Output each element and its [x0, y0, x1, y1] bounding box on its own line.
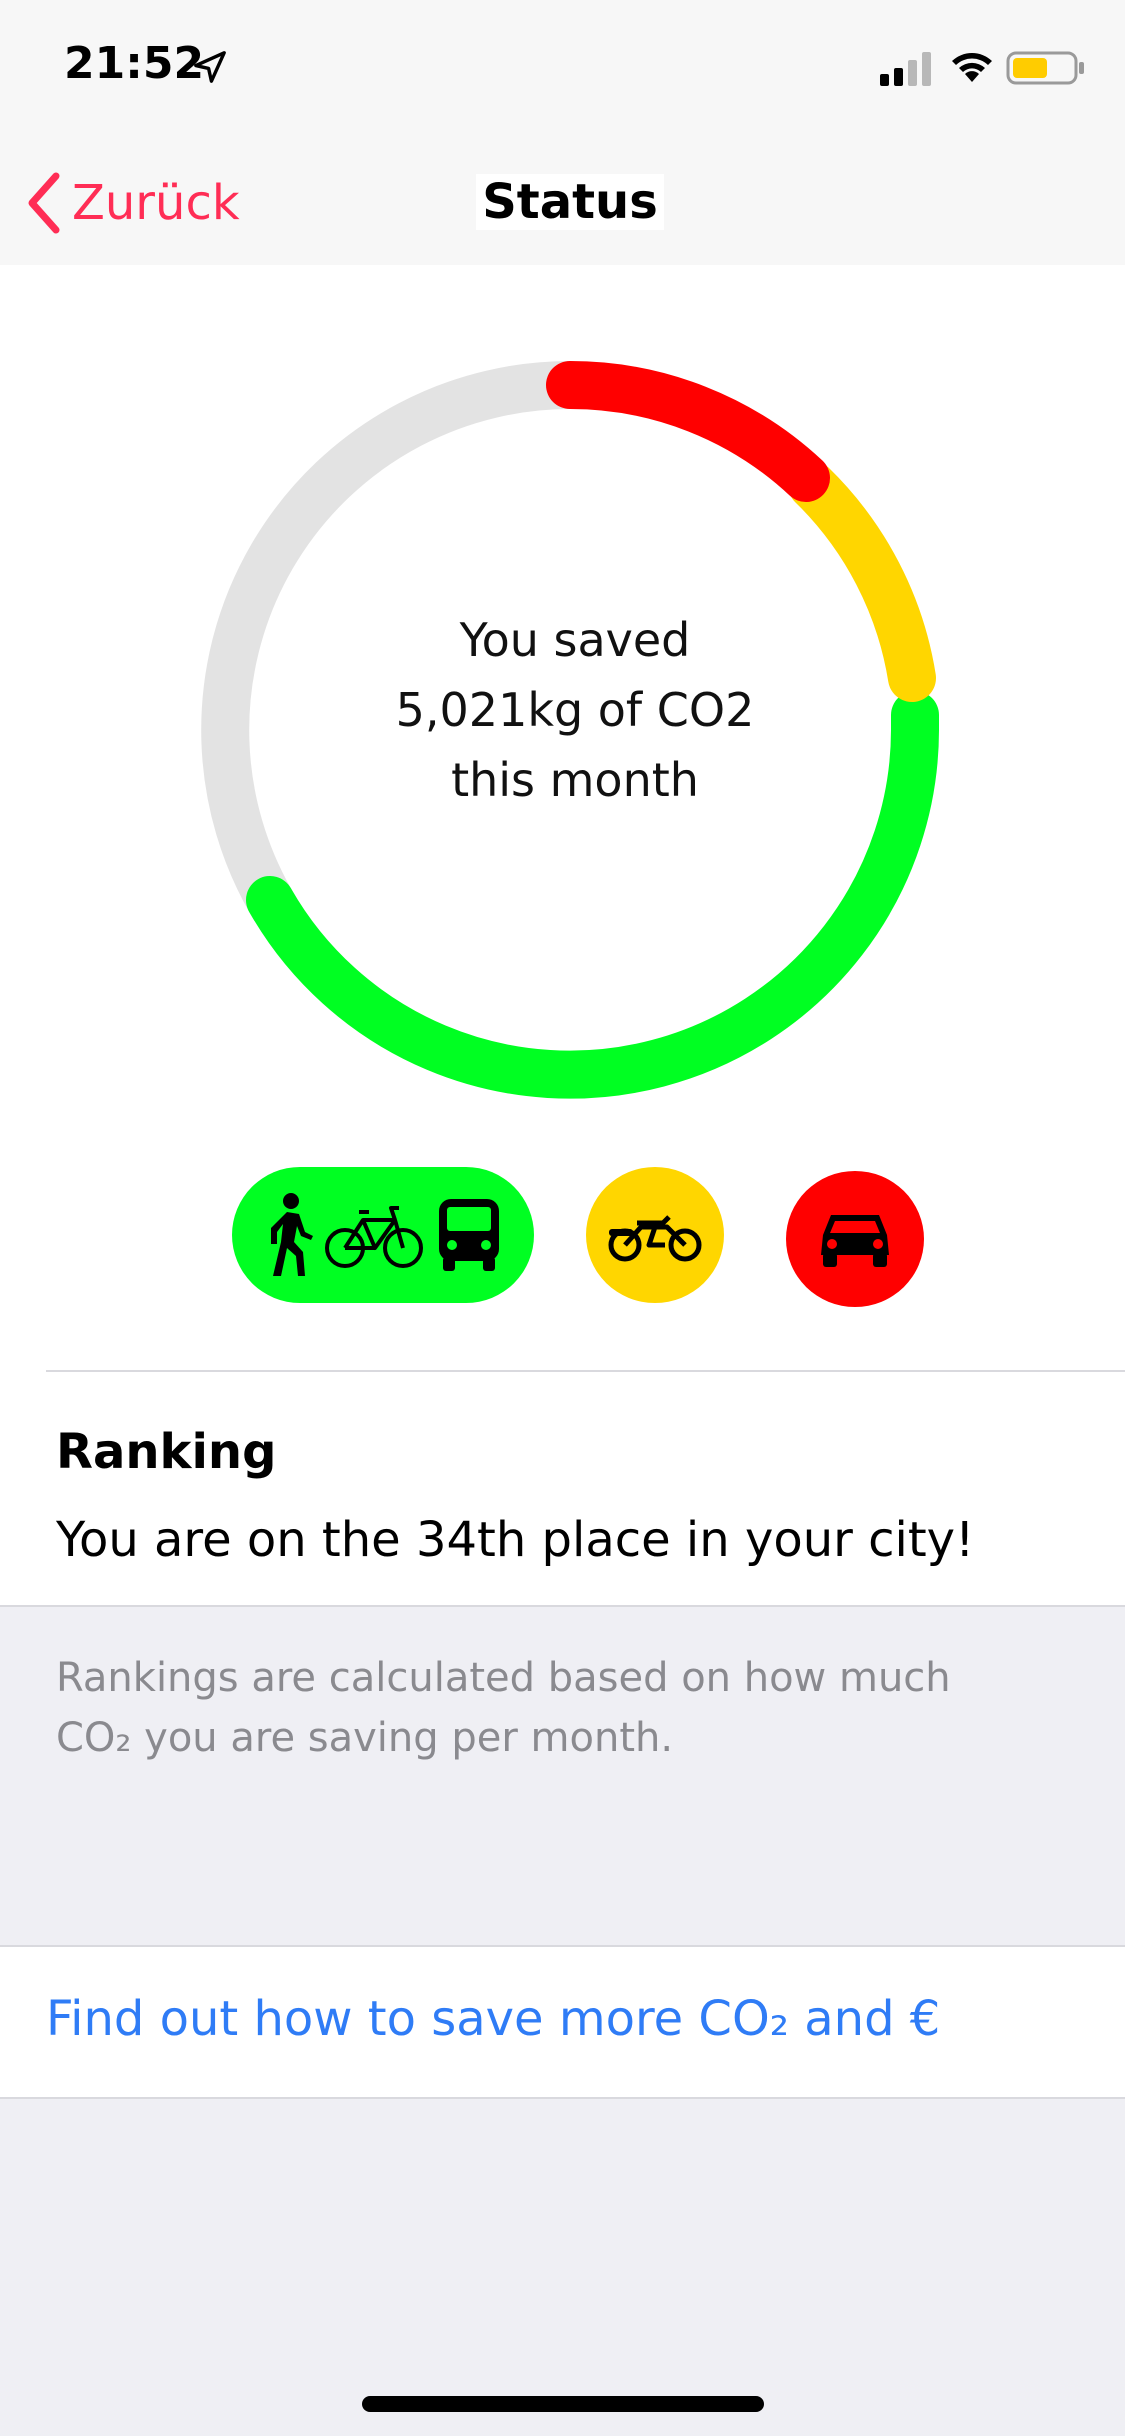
summary-line-1: You saved	[459, 613, 691, 667]
status-bar: 21:52	[0, 0, 1125, 140]
home-indicator	[362, 2396, 764, 2412]
ranking-cell: Ranking You are on the 34th place in you…	[0, 1372, 1125, 1607]
battery-icon	[1006, 51, 1084, 85]
bicycle-icon	[325, 1206, 423, 1268]
ranking-text: You are on the 34th place in your city!	[56, 1512, 975, 1568]
ranking-title: Ranking	[56, 1424, 277, 1480]
motorcycle-icon	[608, 1215, 702, 1262]
wifi-icon	[952, 53, 992, 82]
back-button-label: Zurück	[72, 175, 240, 231]
cellular-signal-icon	[880, 52, 931, 86]
status-time: 21:52	[64, 38, 205, 89]
bus-icon	[439, 1199, 499, 1271]
walking-icon	[271, 1193, 313, 1276]
ring-segment-red	[546, 360, 830, 502]
co2-saved-summary: You saved 5,021kg of CO2 this month	[330, 605, 820, 815]
footnote-line-2: CO₂ you are saving per month.	[56, 1715, 674, 1761]
ring-segment-yellow	[788, 461, 936, 702]
motorcycle-chip	[586, 1167, 724, 1303]
ranking-footnote: Rankings are calculated based on how muc…	[56, 1648, 1056, 1768]
summary-line-2: 5,021kg of CO2	[395, 683, 755, 737]
footnote-line-1: Rankings are calculated based on how muc…	[56, 1655, 951, 1701]
save-tips-cell[interactable]: Find out how to save more CO₂ and €	[0, 1945, 1125, 2099]
location-arrow-icon	[194, 51, 226, 83]
summary-line-3: this month	[451, 753, 699, 807]
eco-transport-chip	[232, 1167, 534, 1303]
save-tips-link[interactable]: Find out how to save more CO₂ and €	[46, 1991, 940, 2047]
chevron-left-icon	[28, 172, 60, 234]
navigation-bar: Zurück Status	[0, 140, 1125, 265]
back-button[interactable]: Zurück	[24, 168, 240, 238]
page-title: Status	[476, 174, 664, 230]
car-chip	[786, 1171, 924, 1307]
car-icon	[821, 1215, 889, 1267]
